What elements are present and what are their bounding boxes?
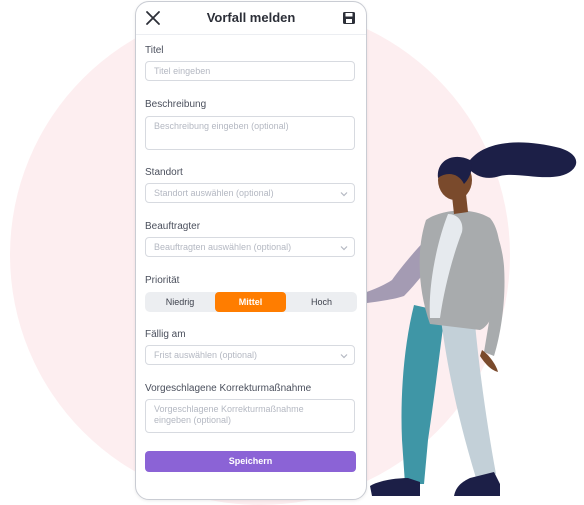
corrective-action-placeholder: Vorgeschlagene Korrekturmaßnahme eingebe… [154,404,304,425]
description-label: Beschreibung [145,99,207,110]
incident-form-panel: Vorfall melden Titel Titel eingeben Besc… [135,1,367,500]
form-header: Vorfall melden [136,2,366,35]
location-select[interactable]: Standort auswählen (optional) [145,183,355,203]
title-label: Titel [145,45,164,56]
form-title: Vorfall melden [206,10,296,25]
chevron-down-icon [340,192,348,197]
assignee-label: Beauftragter [145,221,201,232]
priority-option-high[interactable]: Hoch [286,292,357,312]
assignee-placeholder: Beauftragten auswählen (optional) [154,242,292,252]
chevron-down-icon [340,354,348,359]
location-placeholder: Standort auswählen (optional) [154,188,274,198]
due-date-select[interactable]: Frist auswählen (optional) [145,345,355,365]
assignee-select[interactable]: Beauftragten auswählen (optional) [145,237,355,257]
corrective-action-label: Vorgeschlagene Korrekturmaßnahme [145,383,312,394]
priority-option-medium[interactable]: Mittel [215,292,286,312]
save-button[interactable]: Speichern [145,451,356,472]
priority-segmented-control: Niedrig Mittel Hoch [145,292,357,312]
description-placeholder: Beschreibung eingeben (optional) [154,121,289,131]
description-textarea[interactable]: Beschreibung eingeben (optional) [145,116,355,150]
priority-option-low[interactable]: Niedrig [145,292,215,312]
title-placeholder: Titel eingeben [154,66,211,76]
floppy-disk-icon[interactable] [342,11,356,25]
close-icon[interactable] [145,10,161,26]
priority-label: Priorität [145,275,180,286]
due-date-label: Fällig am [145,329,186,340]
location-label: Standort [145,167,183,178]
chevron-down-icon [340,246,348,251]
title-input[interactable]: Titel eingeben [145,61,355,81]
due-date-placeholder: Frist auswählen (optional) [154,350,258,360]
corrective-action-textarea[interactable]: Vorgeschlagene Korrekturmaßnahme eingebe… [145,399,355,433]
